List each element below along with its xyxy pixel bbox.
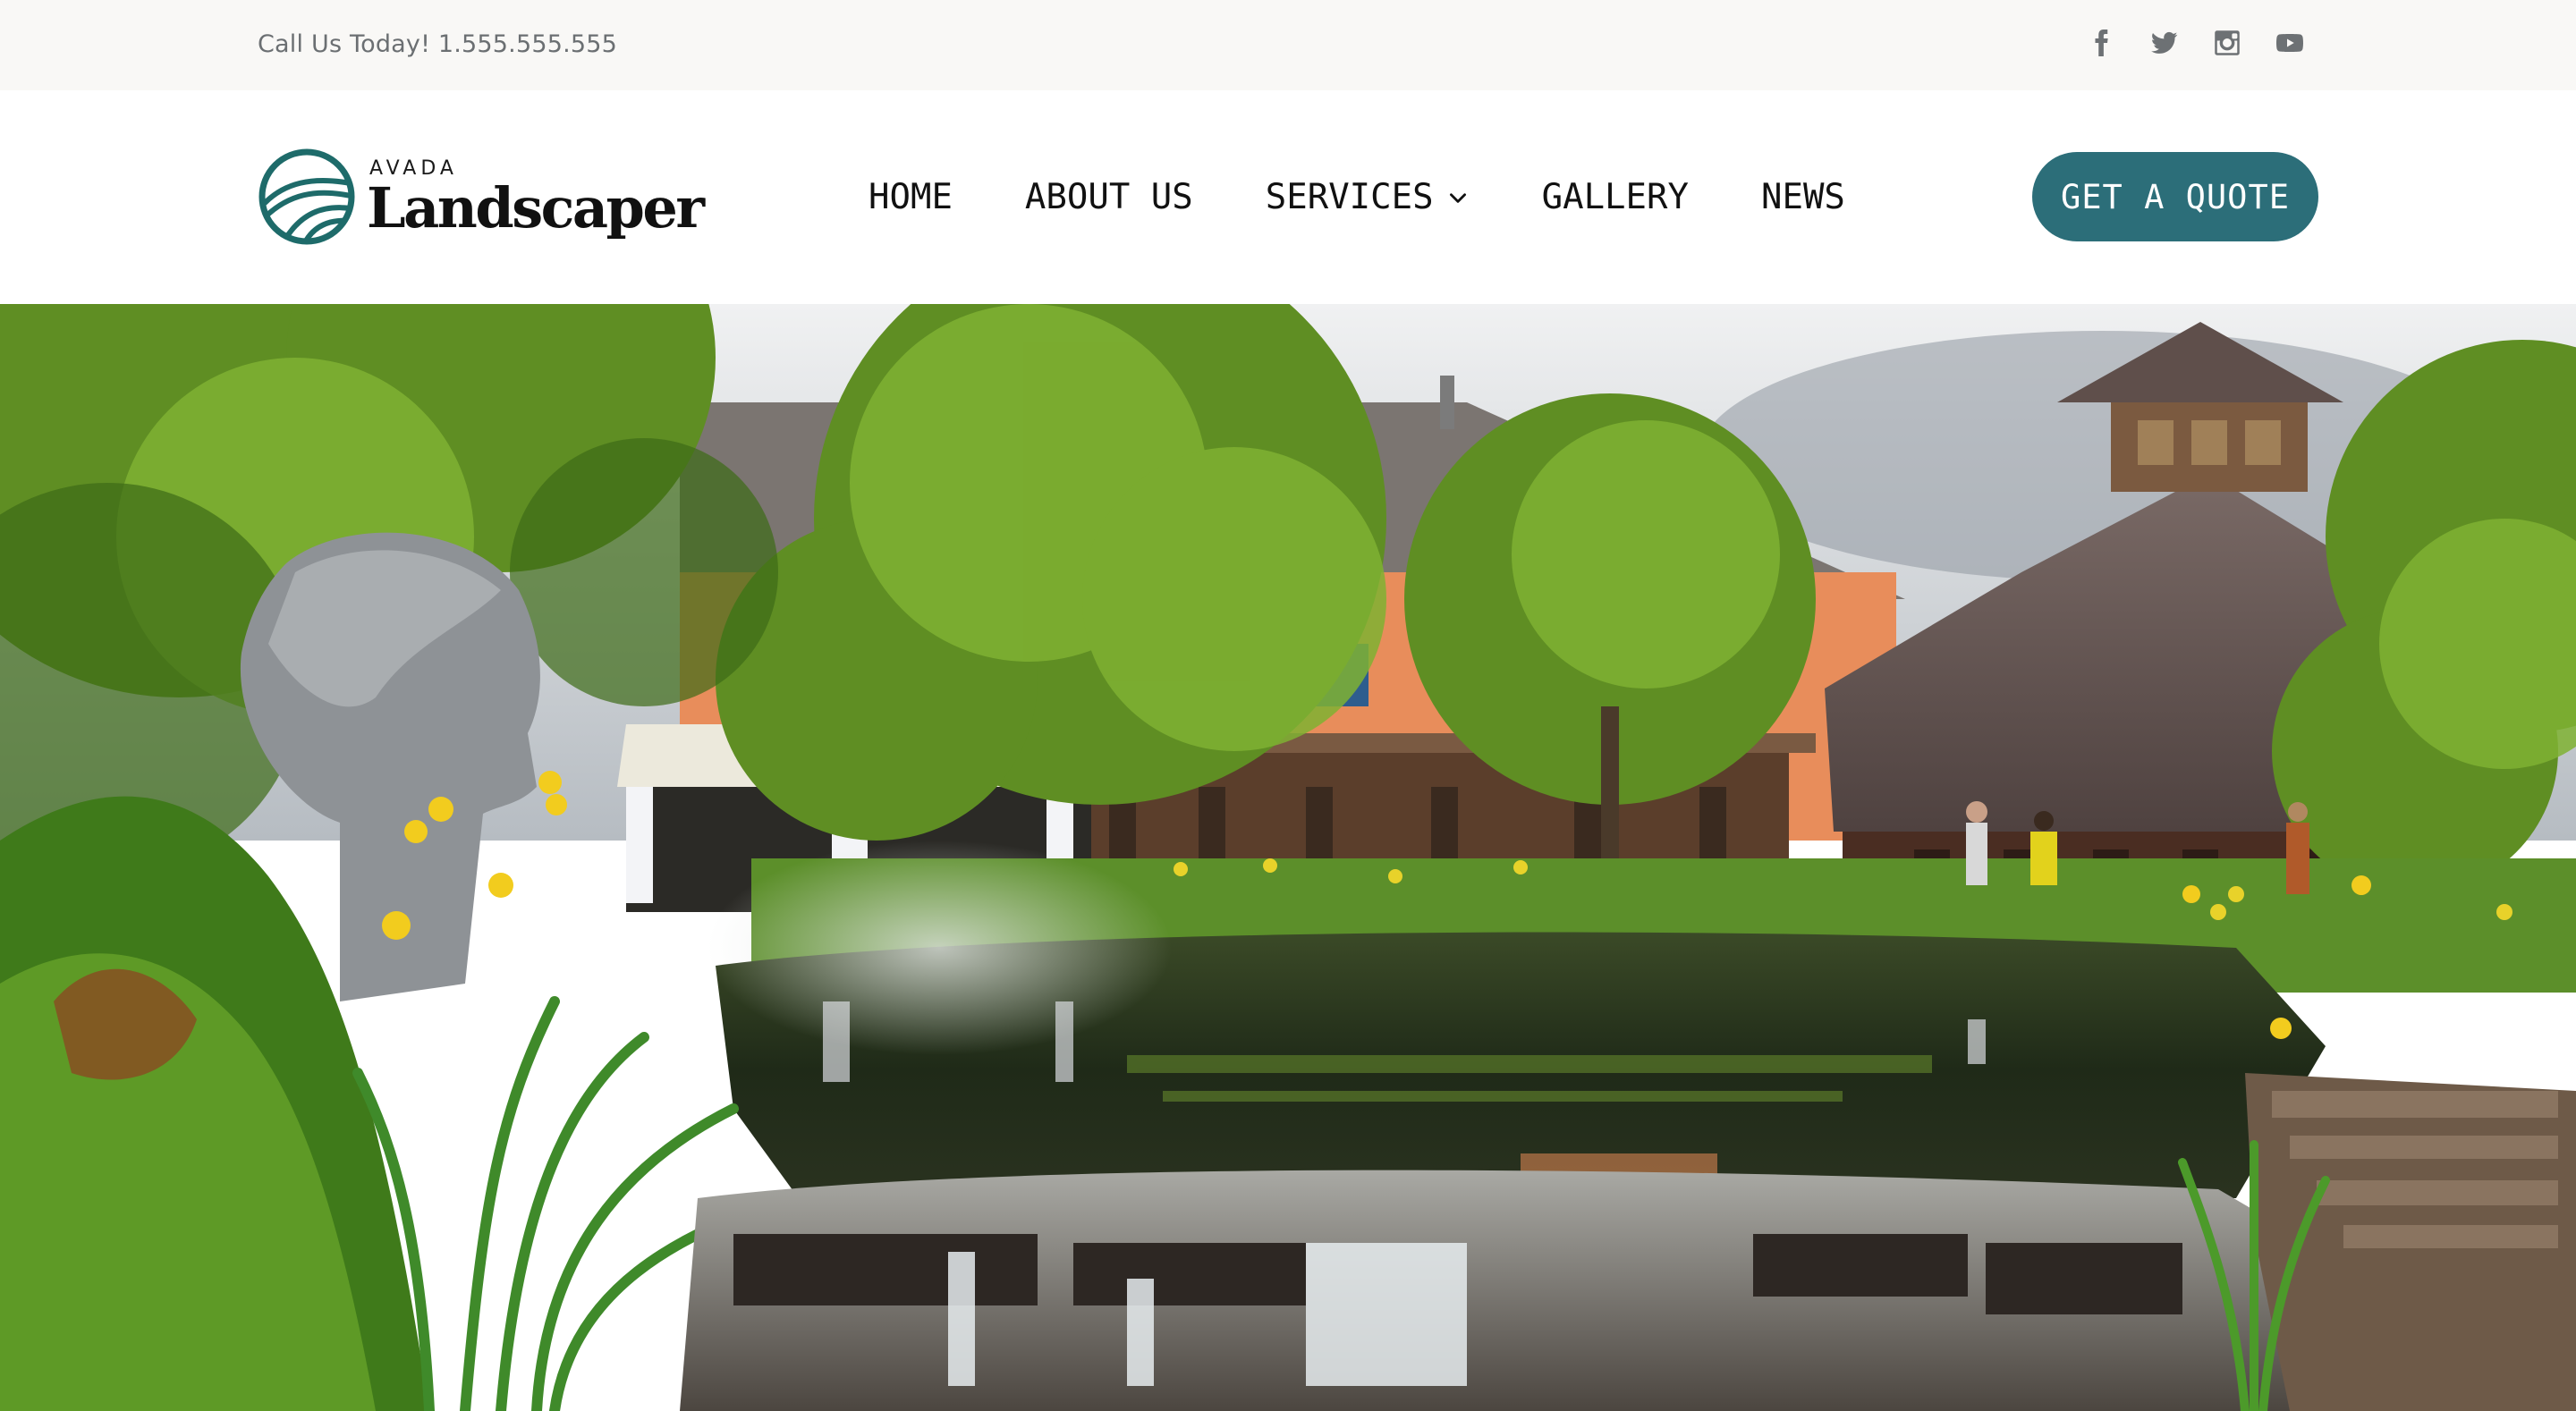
nav-gallery-label: GALLERY [1541,177,1689,217]
twitter-icon[interactable] [2148,27,2181,59]
logo-mark-icon [258,148,355,245]
nav-services[interactable]: SERVICES [1266,174,1470,221]
nav-news-label: NEWS [1760,177,1845,217]
top-bar: Call Us Today! 1.555.555.555 [0,0,2576,90]
logo-text: AVADA Landscaper [367,157,705,241]
nav-gallery[interactable]: GALLERY [1542,174,1689,221]
main-nav: HOME ABOUT US SERVICES GALLERY NEWS [869,174,1845,221]
nav-home-label: HOME [869,177,953,217]
instagram-icon[interactable] [2211,27,2243,59]
youtube-icon[interactable] [2274,27,2306,59]
social-links [2086,27,2306,59]
nav-about-us[interactable]: ABOUT US [1025,174,1193,221]
chevron-down-icon [1449,193,1466,203]
nav-home[interactable]: HOME [869,174,953,221]
site-header: AVADA Landscaper HOME ABOUT US SERVICES … [0,90,2576,304]
site-logo[interactable]: AVADA Landscaper [258,148,705,246]
get-a-quote-button[interactable]: GET A QUOTE [2032,152,2318,241]
garden-pond-photo [0,304,2576,1411]
nav-about-us-label: ABOUT US [1024,177,1193,217]
hero-image [0,304,2576,1411]
facebook-icon[interactable] [2086,27,2118,59]
logo-big-text: Landscaper [367,174,705,241]
phone-number: Call Us Today! 1.555.555.555 [258,30,618,58]
nav-services-label: SERVICES [1265,177,1434,217]
nav-news[interactable]: NEWS [1761,174,1845,221]
